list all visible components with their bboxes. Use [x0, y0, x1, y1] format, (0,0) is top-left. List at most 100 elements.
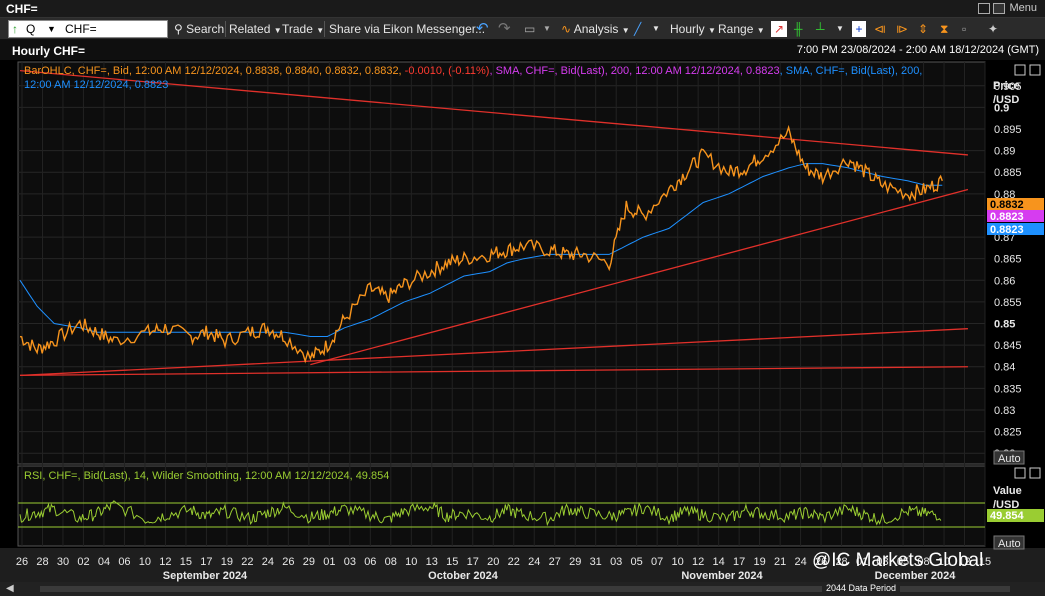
chart-date-range: 7:00 PM 23/08/2024 - 2:00 AM 18/12/2024 … — [796, 44, 1039, 56]
indicator-icon[interactable]: ┴ — [816, 21, 825, 37]
dropdown-icon[interactable]: ▼ — [47, 21, 56, 37]
share-button[interactable]: Share via Eikon Messenger... — [329, 21, 485, 37]
trade-button[interactable]: Trade ▼ — [282, 21, 324, 37]
y-axis-ticks: 0.9050.90.8950.890.8850.880.8750.870.865… — [994, 81, 1022, 460]
x-tick-label: 17 — [733, 556, 745, 568]
chevron-down-icon[interactable]: ▼ — [836, 21, 844, 37]
price-legend: BarOHLC, CHF=, Bid, 12:00 AM 12/12/2024,… — [24, 64, 984, 92]
zoom-vertical-icon[interactable]: ⇕ — [918, 21, 928, 37]
legend-sma2-text: , SMA, CHF=, Bid(Last), 200, — [779, 65, 923, 77]
settings-icon[interactable]: ✦ — [988, 21, 998, 37]
legend-line-2: 12:00 AM 12/12/2024, 0.8823 — [24, 79, 169, 91]
scroll-handle[interactable]: ◀ — [6, 583, 14, 594]
chart-type-icon[interactable]: ↗ — [771, 21, 787, 37]
maximize-icon[interactable] — [993, 3, 1005, 14]
draw-line-icon[interactable]: ╱ — [634, 21, 641, 37]
rsi-auto-label: Auto — [998, 538, 1021, 550]
price-tag-label: 0.8823 — [990, 224, 1024, 236]
window-title: CHF= — [6, 2, 38, 16]
price-tags: 0.88320.88230.8823 — [987, 198, 1044, 236]
x-tick-label: 19 — [221, 556, 233, 568]
price-panel-bg — [17, 61, 986, 465]
x-tick-label: 10 — [672, 556, 684, 568]
x-tick-label: 22 — [241, 556, 253, 568]
rsi-axis-title: Value — [993, 485, 1022, 497]
x-tick-label: 04 — [98, 556, 110, 568]
month-label: October 2024 — [428, 570, 499, 582]
x-tick-label: 26 — [16, 556, 28, 568]
x-tick-label: 15 — [180, 556, 192, 568]
fit-icon[interactable]: ⧗ — [940, 21, 948, 37]
window-titlebar: CHF= Menu — [0, 0, 1045, 18]
separator — [324, 21, 325, 37]
chart-area[interactable]: 0.9050.90.8950.890.8850.880.8750.870.865… — [0, 60, 1045, 582]
x-tick-label: 19 — [753, 556, 765, 568]
undo-icon[interactable]: ↶ — [476, 21, 489, 37]
related-button[interactable]: Related ▼ — [229, 21, 282, 37]
analysis-button[interactable]: ∿ Analysis ▼ — [561, 21, 630, 37]
legend-bar-text: BarOHLC, CHF=, Bid, 12:00 AM 12/12/2024,… — [24, 65, 405, 77]
x-tick-label: 10 — [139, 556, 151, 568]
chart-header: Hourly CHF= 7:00 PM 23/08/2024 - 2:00 AM… — [0, 40, 1045, 60]
y-tick-label: 0.89 — [994, 146, 1015, 158]
x-tick-label: 29 — [303, 556, 315, 568]
search-label: Search — [186, 22, 225, 36]
range-dropdown[interactable]: Range ▼ — [718, 21, 765, 37]
scroll-right-icon[interactable]: ⧐ — [896, 21, 908, 37]
x-tick-label: 21 — [774, 556, 786, 568]
x-tick-label: 14 — [713, 556, 725, 568]
x-tick-label: 08 — [385, 556, 397, 568]
restore-icon[interactable] — [978, 3, 990, 14]
menu-button[interactable]: Menu — [1009, 2, 1037, 14]
redo-icon[interactable]: ↷ — [498, 21, 511, 37]
legend-change-text: -0.0010, (-0.11%) — [404, 65, 490, 77]
price-tag-label: 0.8832 — [990, 199, 1024, 211]
x-tick-label: 01 — [323, 556, 335, 568]
q-icon: Q — [26, 22, 36, 36]
y-tick-label: 0.885 — [994, 167, 1022, 179]
export-icon[interactable]: ▫ — [962, 21, 966, 37]
ric-value: CHF= — [65, 22, 97, 36]
x-tick-label: 06 — [364, 556, 376, 568]
bar-chart-icon[interactable]: ╫ — [794, 21, 803, 37]
y-tick-label: 0.83 — [994, 405, 1015, 417]
chevron-down-icon[interactable]: ▼ — [543, 21, 551, 37]
trade-label: Trade — [282, 22, 313, 36]
x-tick-label: 06 — [118, 556, 130, 568]
x-tick-label: 22 — [508, 556, 520, 568]
price-panel-close-icon — [1014, 64, 1026, 76]
rsi-value-label: 49.854 — [990, 510, 1025, 522]
price-axis-title: Price — [993, 80, 1020, 92]
search-icon: ⚲ — [174, 22, 183, 36]
price-panel-maximize-icon — [1029, 64, 1041, 76]
crosshair-icon[interactable]: + — [852, 21, 866, 37]
chevron-down-icon[interactable]: ▼ — [652, 21, 660, 37]
rsi-panel-maximize-icon — [1029, 467, 1041, 479]
x-tick-label: 17 — [200, 556, 212, 568]
up-arrow-icon: ↑ — [12, 22, 18, 36]
chevron-down-icon: ▼ — [708, 26, 716, 35]
y-tick-label: 0.84 — [994, 362, 1015, 374]
interval-label: Hourly — [670, 22, 705, 36]
analysis-icon: ∿ — [561, 22, 572, 36]
interval-dropdown[interactable]: Hourly ▼ — [670, 21, 716, 37]
month-label: November 2024 — [681, 570, 763, 582]
range-label: Range — [718, 22, 754, 36]
legend-sma-text: , SMA, CHF=, Bid(Last), 200, 12:00 AM 12… — [489, 65, 780, 77]
folder-icon[interactable]: ▭ — [524, 21, 535, 37]
x-tick-label: 12 — [159, 556, 171, 568]
price-auto-label: Auto — [998, 453, 1021, 465]
scroll-left-icon[interactable]: ⧏ — [874, 21, 886, 37]
x-tick-label: 30 — [57, 556, 69, 568]
ric-input[interactable]: ↑ Q ▼ CHF= — [8, 20, 168, 38]
x-tick-label: 27 — [549, 556, 561, 568]
x-tick-label: 12 — [692, 556, 704, 568]
y-tick-label: 0.825 — [994, 427, 1022, 439]
y-tick-label: 0.835 — [994, 383, 1022, 395]
related-label: Related — [229, 22, 271, 36]
y-tick-label: 0.845 — [994, 340, 1022, 352]
search-button[interactable]: ⚲ Search — [174, 21, 224, 37]
chevron-down-icon: ▼ — [316, 26, 325, 35]
y-tick-label: 0.895 — [994, 124, 1022, 136]
x-tick-label: 20 — [487, 556, 499, 568]
